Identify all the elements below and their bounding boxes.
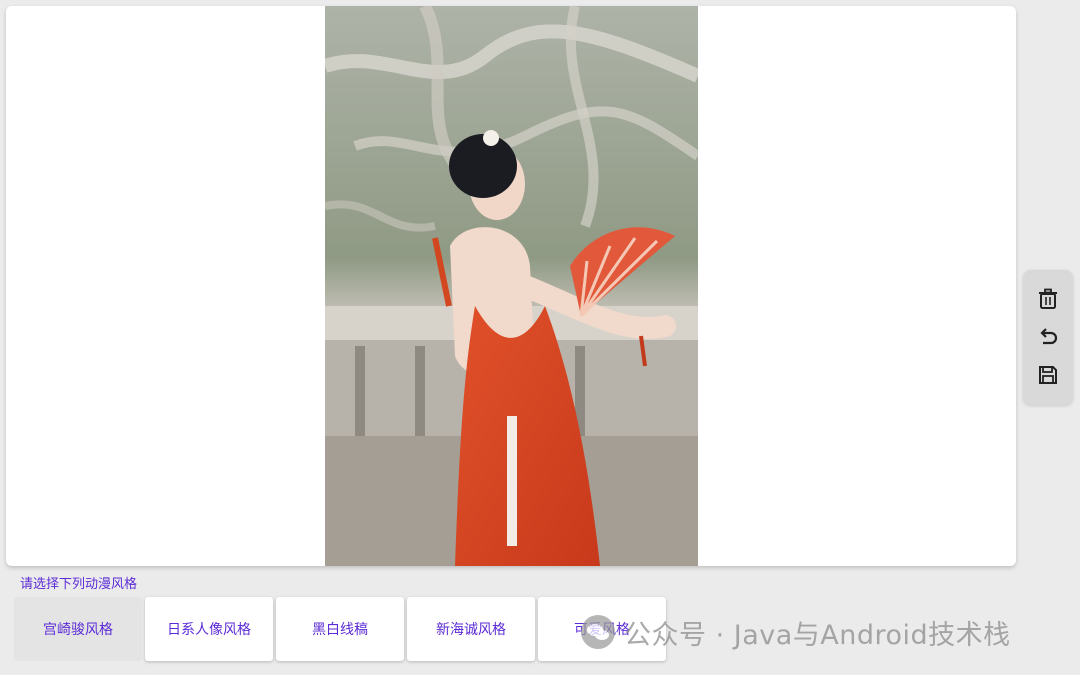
style-option-shinkai[interactable]: 新海诚风格 [407,597,535,661]
style-option-bw-sketch[interactable]: 黑白线稿 [276,597,404,661]
watermark-text: 公众号 · Java与Android技术栈 [624,619,1011,651]
save-icon [1039,366,1057,384]
delete-button[interactable] [1033,284,1063,314]
side-toolbar [1023,270,1073,405]
style-options-bar: 宫崎骏风格 日系人像风格 黑白线稿 新海诚风格 可爱风格 [14,597,666,663]
photo-illustration [325,6,698,566]
save-button[interactable] [1033,360,1063,390]
style-option-miyazaki[interactable]: 宫崎骏风格 [14,597,142,661]
undo-button[interactable] [1033,322,1063,352]
wechat-logo-icon [581,615,615,649]
stylized-photo [325,6,698,566]
undo-icon [1040,328,1058,345]
watermark: 公众号 · Java与Android技术栈 [580,612,1011,652]
trash-icon [1039,288,1057,309]
style-prompt-label: 请选择下列动漫风格 [20,577,138,592]
image-canvas [6,6,1016,566]
style-option-japanese-portrait[interactable]: 日系人像风格 [145,597,273,661]
